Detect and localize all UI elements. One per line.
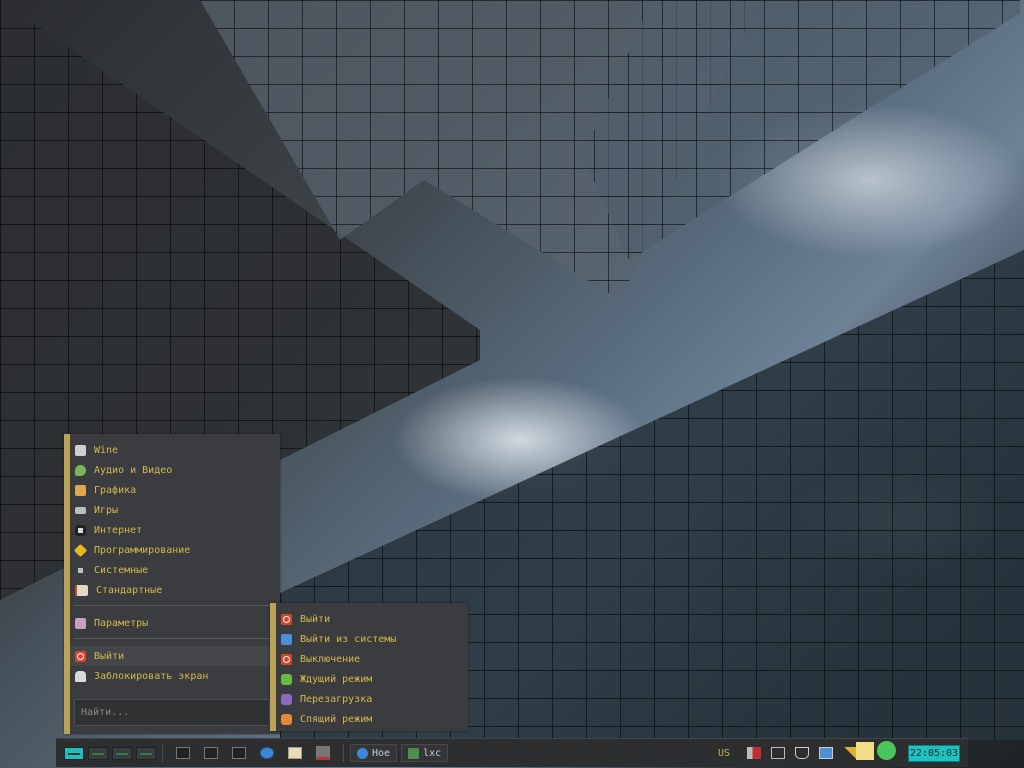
- menu-item-label: Wine: [94, 444, 119, 456]
- menu-item-programming[interactable]: Программирование: [70, 540, 280, 560]
- keyboard-layout-indicator[interactable]: US: [718, 748, 730, 759]
- lock-icon: [75, 670, 86, 682]
- taskbar: Hoe lxc US 22:05:03: [56, 738, 968, 767]
- menu-item-label: Системные: [94, 564, 149, 576]
- submenu-item-label: Выключение: [300, 653, 361, 665]
- submenu-item-label: Ждущий режим: [300, 673, 373, 685]
- workspace-4-button[interactable]: [136, 746, 156, 760]
- taskbar-task-terminal[interactable]: lxc: [401, 744, 449, 762]
- menu-item-label: Аудио и Видео: [94, 464, 173, 476]
- music-note-icon: [75, 464, 86, 476]
- volume-muted-icon[interactable]: [747, 747, 761, 759]
- launcher-app-button[interactable]: [312, 745, 334, 761]
- terminal-icon: [408, 747, 420, 759]
- internet-icon: [75, 524, 86, 536]
- submenu-item-hibernate[interactable]: Спящий режим: [276, 709, 468, 729]
- status-circle-icon[interactable]: [877, 741, 896, 760]
- launcher-terminal-3-button[interactable]: [228, 745, 250, 761]
- text-editor-icon: [288, 747, 302, 759]
- application-menu: Wine Аудио и Видео Графика Игры Интернет…: [64, 434, 280, 734]
- shutdown-icon: [281, 653, 292, 665]
- menu-item-label: Выйти: [94, 650, 125, 662]
- menu-item-lock-screen[interactable]: Заблокировать экран: [70, 666, 280, 686]
- programming-icon: [73, 543, 88, 557]
- submenu-item-shutdown[interactable]: Выключение: [276, 649, 468, 669]
- browser-globe-icon: [357, 747, 368, 759]
- menu-item-label: Интернет: [94, 524, 143, 536]
- menu-item-accessories[interactable]: Стандартные: [70, 580, 280, 600]
- menu-separator: [74, 605, 274, 606]
- suspend-icon: [281, 673, 292, 685]
- submenu-item-label: Выйти из системы: [300, 633, 397, 645]
- menu-item-label: Программирование: [94, 544, 191, 556]
- menu-item-games[interactable]: Игры: [70, 500, 280, 520]
- submenu-item-log-out-system[interactable]: Выйти из системы: [276, 629, 468, 649]
- launcher-terminal-button[interactable]: [172, 745, 194, 761]
- menu-item-label: Игры: [94, 504, 119, 516]
- sticky-note-icon[interactable]: [856, 742, 874, 760]
- terminal-icon: [204, 747, 218, 759]
- menu-item-graphics[interactable]: Графика: [70, 480, 280, 500]
- menu-search-input[interactable]: [74, 699, 270, 726]
- menu-item-settings[interactable]: Параметры: [70, 613, 280, 633]
- menu-item-wine[interactable]: Wine: [70, 440, 280, 460]
- caffeine-cup-icon[interactable]: [795, 747, 809, 759]
- menu-item-system[interactable]: Системные: [70, 560, 280, 580]
- taskbar-divider: [162, 744, 163, 762]
- menu-separator: [74, 638, 274, 639]
- submenu-item-reboot[interactable]: Перезагрузка: [276, 689, 468, 709]
- clock[interactable]: 22:05:03: [908, 744, 960, 762]
- submenu-item-logout[interactable]: Выйти: [276, 609, 468, 629]
- power-icon: [281, 613, 292, 625]
- wine-icon: [75, 444, 86, 456]
- logout-arrow-icon: [281, 633, 292, 645]
- globe-icon: [260, 747, 274, 759]
- graphics-icon: [75, 484, 86, 496]
- network-monitor-icon[interactable]: [819, 747, 833, 759]
- settings-icon: [75, 617, 86, 629]
- taskbar-task-browser[interactable]: Hoe: [350, 744, 398, 762]
- terminal-icon: [232, 747, 246, 759]
- app-launcher-icon: [316, 746, 330, 760]
- launcher-editor-button[interactable]: [284, 745, 306, 761]
- menu-item-label: Параметры: [94, 617, 149, 629]
- menu-item-internet[interactable]: Интернет: [70, 520, 280, 540]
- menu-item-label: Графика: [94, 484, 137, 496]
- task-label: Hoe: [372, 747, 391, 759]
- hibernate-icon: [281, 713, 292, 725]
- menu-item-logout[interactable]: Выйти: [70, 646, 280, 666]
- menu-item-label: Стандартные: [96, 584, 163, 596]
- gear-icon: [75, 564, 86, 576]
- workspace-2-button[interactable]: [88, 746, 108, 760]
- taskbar-divider: [343, 744, 344, 762]
- workspace-1-button[interactable]: [64, 746, 84, 760]
- logout-submenu: Выйти Выйти из системы Выключение Ждущий…: [270, 603, 468, 731]
- submenu-item-suspend[interactable]: Ждущий режим: [276, 669, 468, 689]
- launcher-browser-button[interactable]: [256, 745, 278, 761]
- launcher-terminal-2-button[interactable]: [200, 745, 222, 761]
- task-label: lxc: [423, 747, 442, 759]
- gamepad-icon: [75, 506, 86, 514]
- menu-item-audio-video[interactable]: Аудио и Видео: [70, 460, 280, 480]
- submenu-item-label: Перезагрузка: [300, 693, 373, 705]
- submenu-item-label: Выйти: [300, 613, 331, 625]
- submenu-item-label: Спящий режим: [300, 713, 373, 725]
- power-icon: [75, 650, 86, 662]
- workspace-3-button[interactable]: [112, 746, 132, 760]
- accessories-icon: [75, 584, 88, 596]
- system-tray: US 22:05:03: [718, 739, 968, 767]
- signal-strength-icon[interactable]: [843, 747, 857, 759]
- terminal-icon: [176, 747, 190, 759]
- reboot-icon: [281, 693, 292, 705]
- menu-item-label: Заблокировать экран: [94, 670, 209, 682]
- removable-drive-icon[interactable]: [771, 747, 785, 759]
